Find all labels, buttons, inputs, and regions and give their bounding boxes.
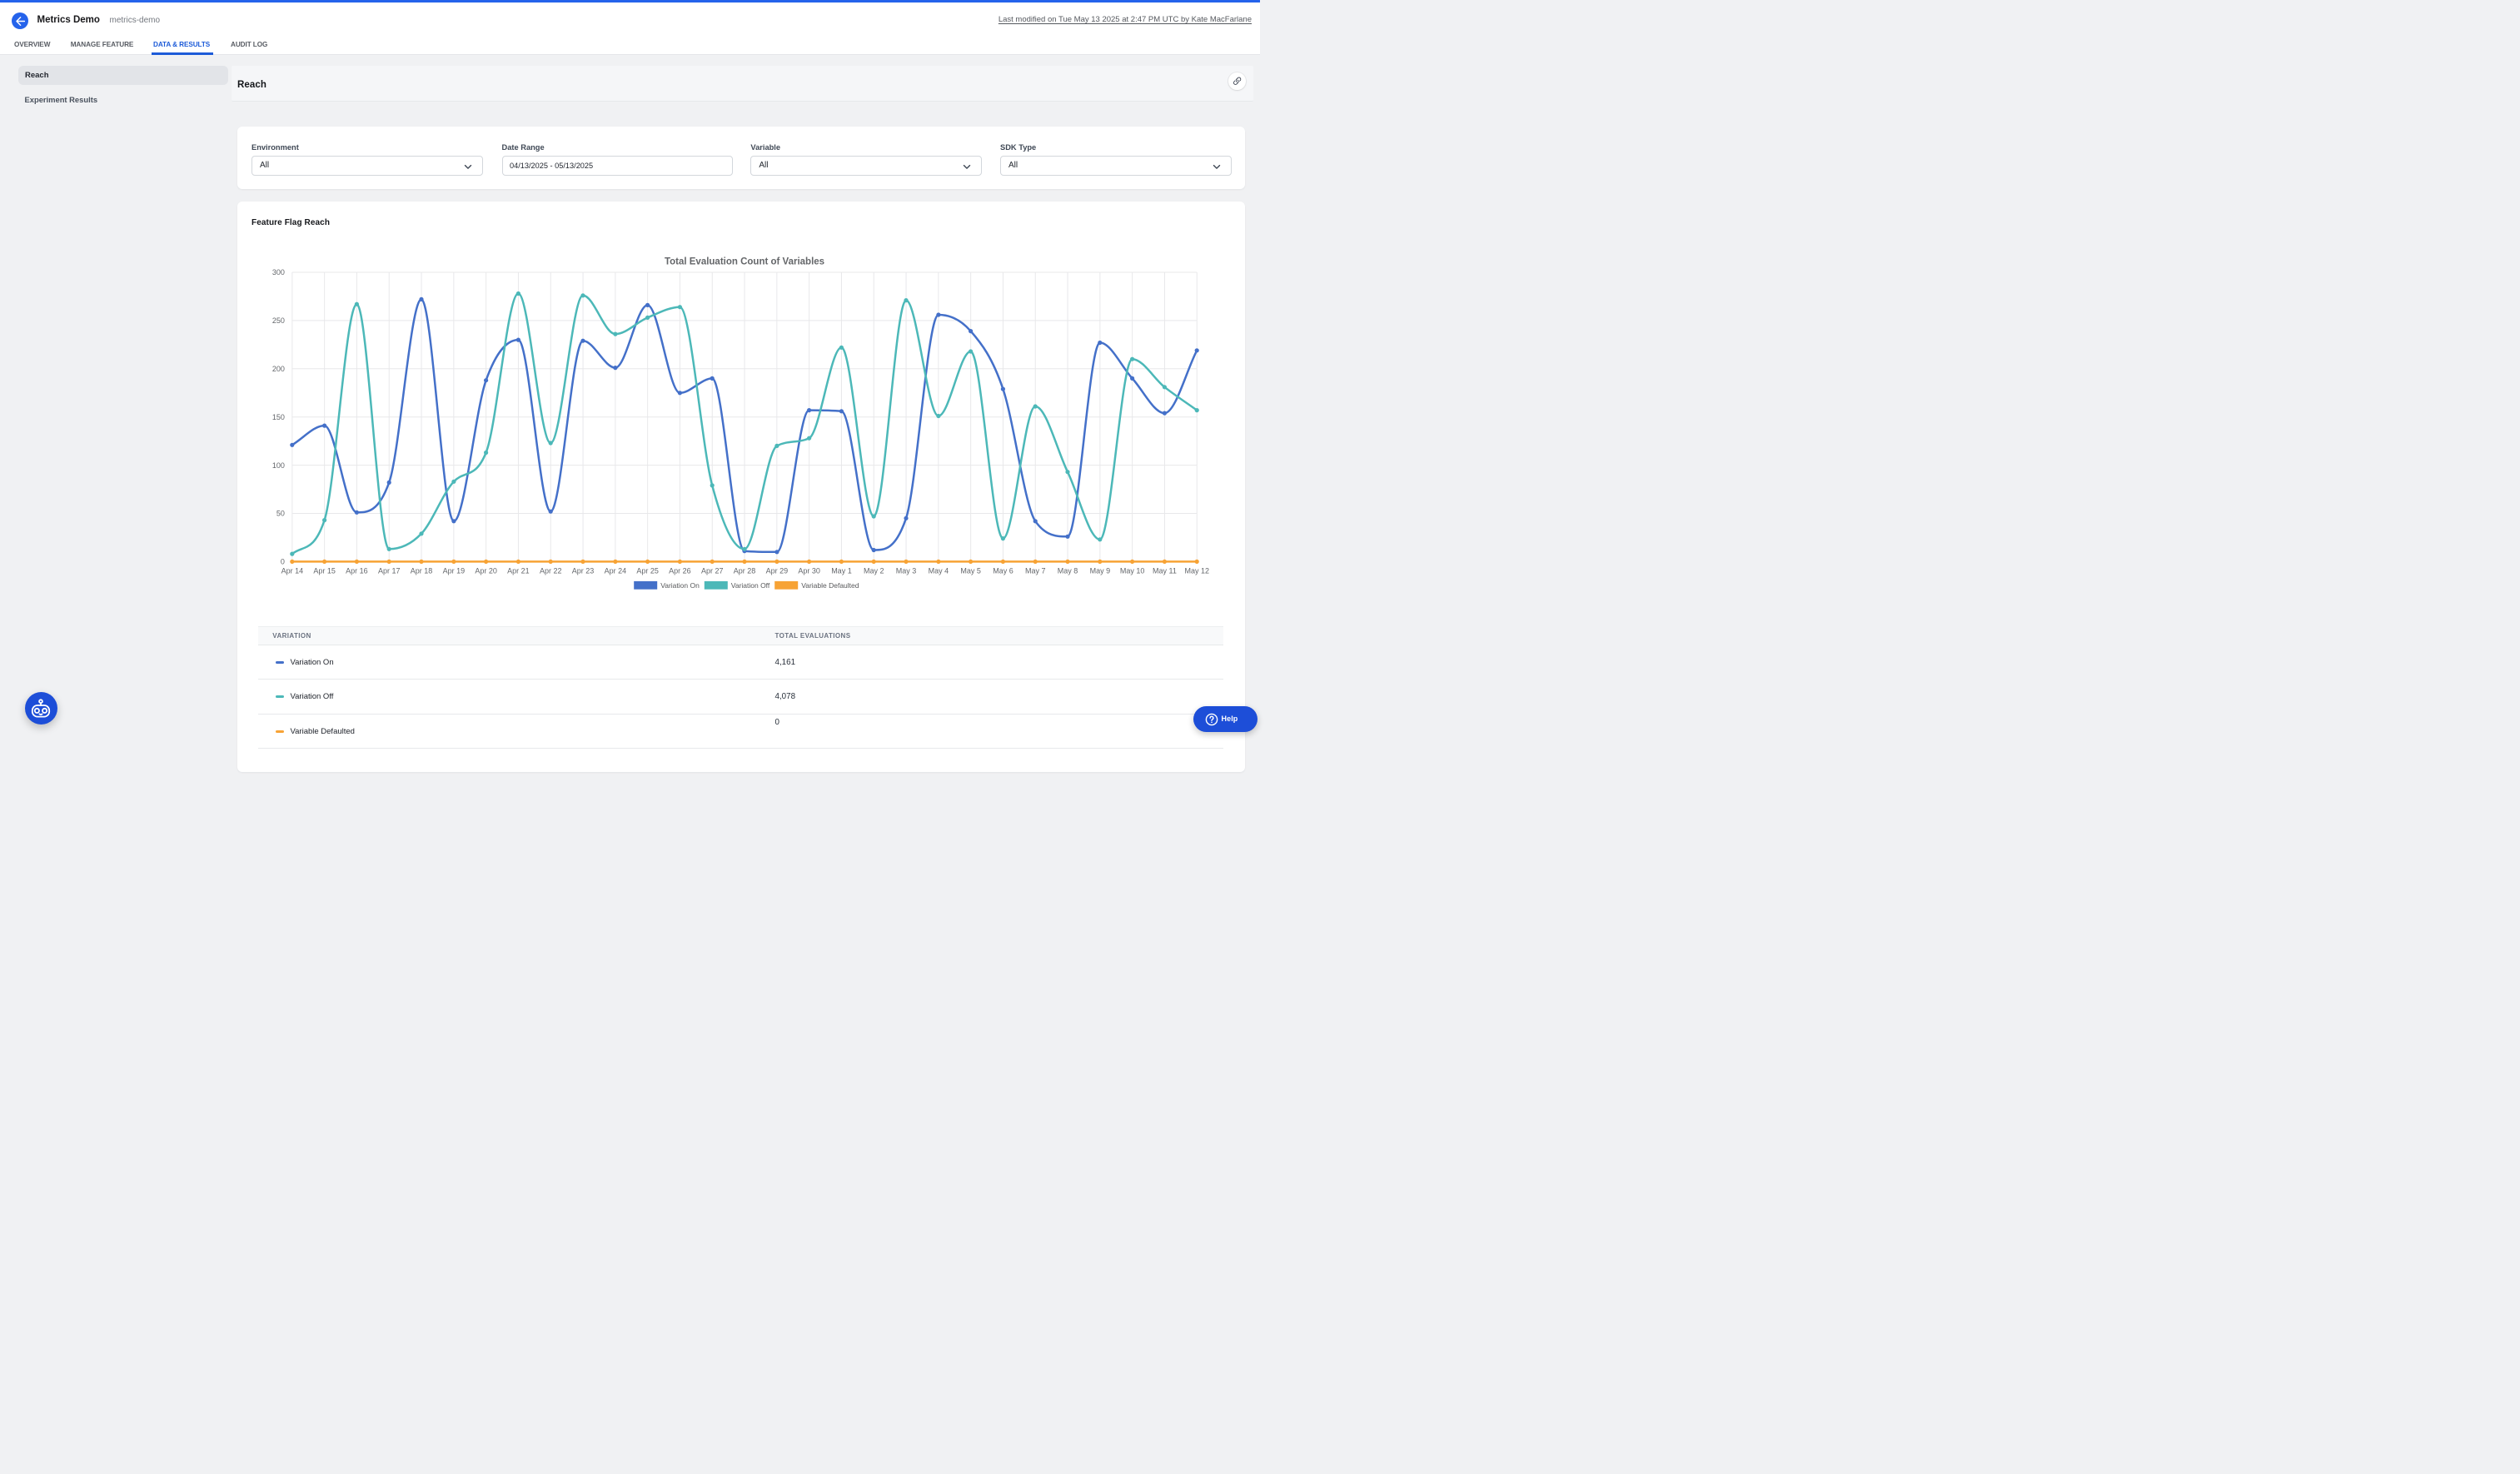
svg-text:May 1: May 1 bbox=[831, 566, 852, 575]
svg-text:Apr 19: Apr 19 bbox=[442, 566, 465, 575]
svg-text:May 4: May 4 bbox=[928, 566, 949, 575]
svg-text:Apr 29: Apr 29 bbox=[765, 566, 788, 575]
svg-text:Apr 28: Apr 28 bbox=[733, 566, 755, 575]
svg-text:Apr 23: Apr 23 bbox=[571, 566, 594, 575]
svg-text:Variation Off: Variation Off bbox=[730, 580, 769, 589]
svg-text:100: 100 bbox=[271, 461, 284, 469]
svg-text:0: 0 bbox=[280, 557, 284, 565]
svg-text:Apr 25: Apr 25 bbox=[636, 566, 659, 575]
svg-text:Apr 27: Apr 27 bbox=[700, 566, 723, 575]
svg-text:150: 150 bbox=[271, 412, 284, 421]
svg-text:Total Evaluation Count of Vari: Total Evaluation Count of Variables bbox=[664, 256, 824, 266]
svg-text:May 3: May 3 bbox=[895, 566, 916, 575]
svg-text:May 10: May 10 bbox=[1119, 566, 1144, 575]
svg-text:Apr 18: Apr 18 bbox=[410, 566, 432, 575]
svg-text:250: 250 bbox=[271, 316, 284, 325]
svg-text:May 8: May 8 bbox=[1057, 566, 1078, 575]
svg-text:May 9: May 9 bbox=[1089, 566, 1110, 575]
svg-text:300: 300 bbox=[271, 268, 284, 276]
svg-text:Apr 16: Apr 16 bbox=[346, 566, 368, 575]
svg-text:May 7: May 7 bbox=[1024, 566, 1045, 575]
svg-text:Apr 20: Apr 20 bbox=[475, 566, 497, 575]
svg-text:Apr 17: Apr 17 bbox=[377, 566, 400, 575]
svg-text:Apr 22: Apr 22 bbox=[539, 566, 561, 575]
svg-text:May 5: May 5 bbox=[960, 566, 981, 575]
svg-text:May 2: May 2 bbox=[863, 566, 884, 575]
svg-text:May 12: May 12 bbox=[1184, 566, 1209, 575]
svg-text:200: 200 bbox=[271, 365, 284, 373]
svg-text:Apr 14: Apr 14 bbox=[281, 566, 303, 575]
svg-text:Variable Defaulted: Variable Defaulted bbox=[801, 580, 859, 589]
svg-text:May 11: May 11 bbox=[1153, 566, 1177, 575]
svg-text:Apr 26: Apr 26 bbox=[669, 566, 691, 575]
svg-text:Variation On: Variation On bbox=[660, 580, 700, 589]
svg-text:50: 50 bbox=[276, 509, 284, 517]
svg-text:Apr 15: Apr 15 bbox=[313, 566, 336, 575]
svg-text:Apr 24: Apr 24 bbox=[604, 566, 626, 575]
svg-text:Apr 21: Apr 21 bbox=[507, 566, 530, 575]
svg-text:Apr 30: Apr 30 bbox=[798, 566, 820, 575]
svg-text:May 6: May 6 bbox=[993, 566, 1013, 575]
